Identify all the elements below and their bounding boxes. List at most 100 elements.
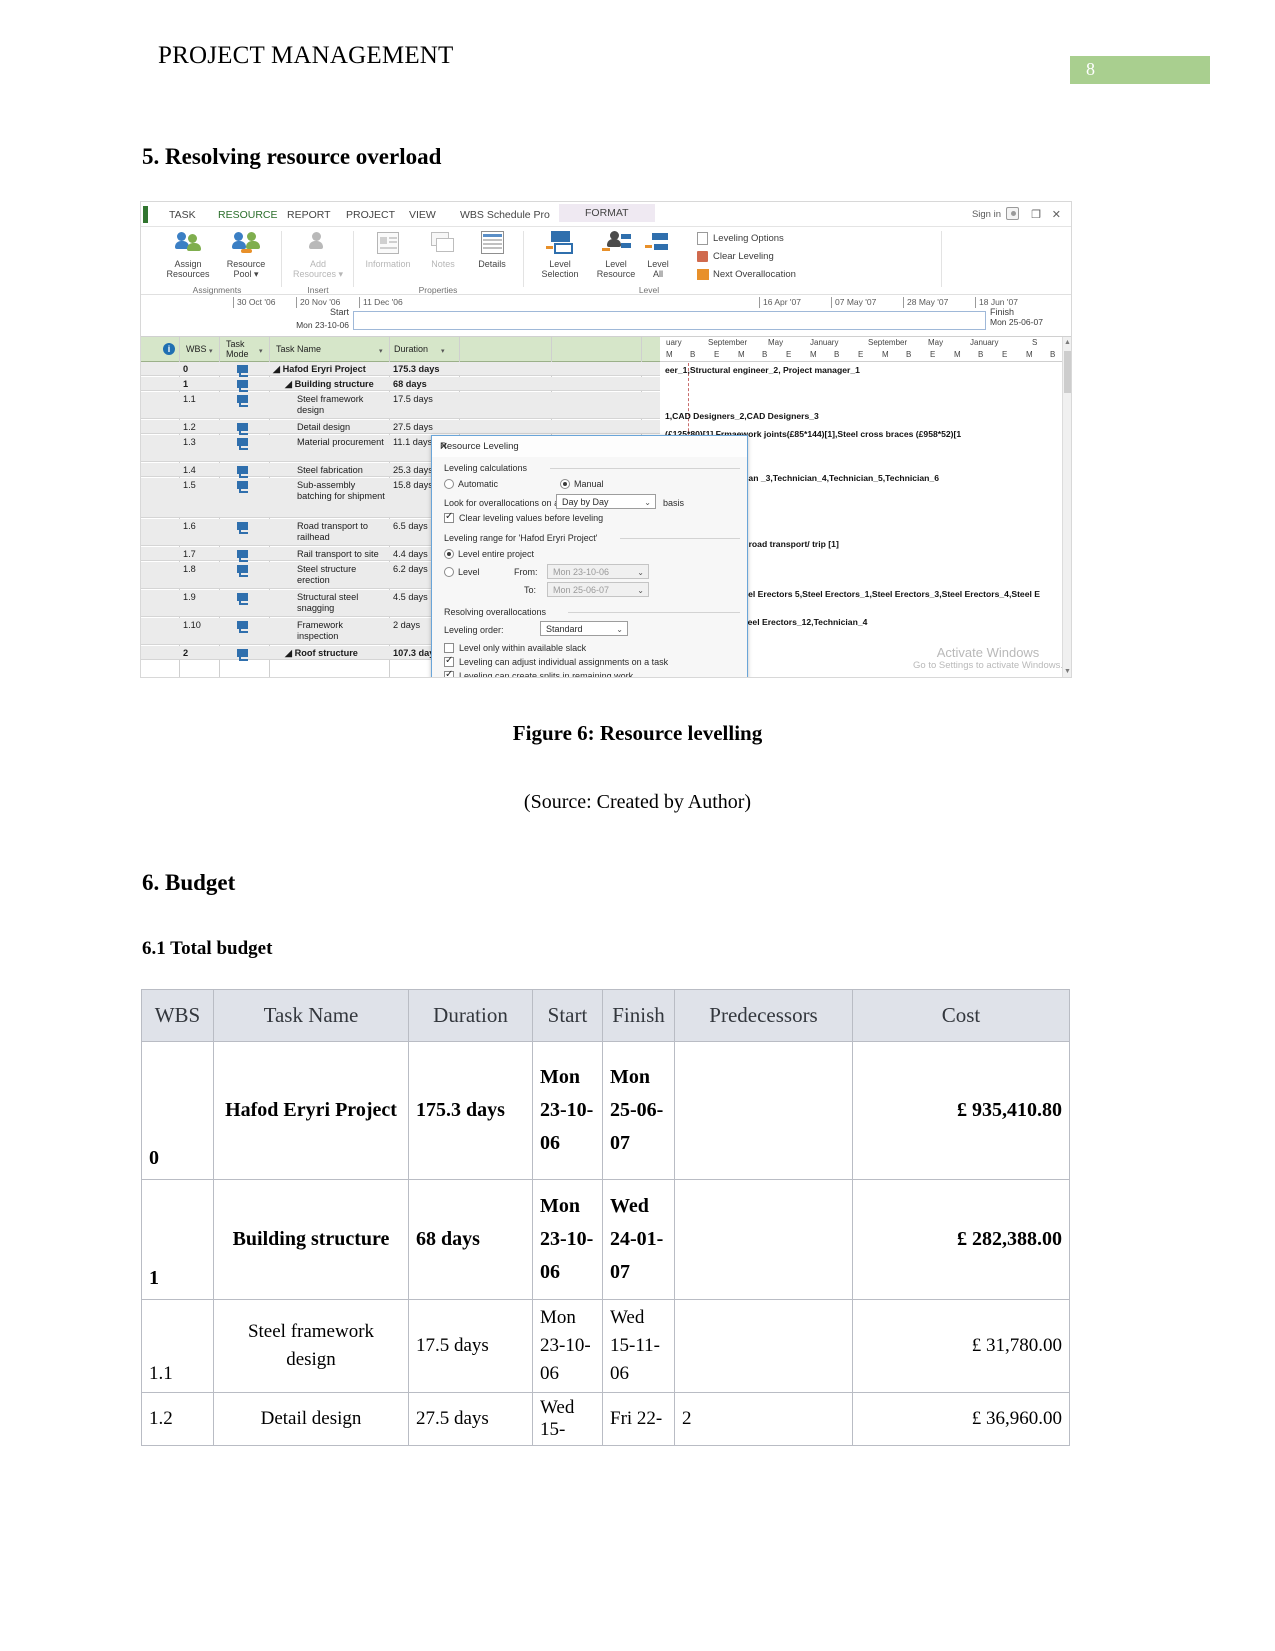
scroll-down-icon[interactable]: ▼: [1064, 668, 1071, 675]
timescale-tier1-7: S: [1032, 338, 1038, 347]
task-row-wbs: 1.8: [183, 564, 196, 574]
wbs-filter-chevron-icon[interactable]: ▾: [209, 347, 213, 355]
checkbox-clear-leveling-values[interactable]: [444, 511, 454, 523]
label-manual: Manual: [574, 479, 604, 489]
task-row[interactable]: 1.2 Detail design 27.5 days: [141, 420, 660, 435]
leveling-options-command[interactable]: Leveling Options: [713, 233, 784, 244]
tab-format[interactable]: FORMAT: [559, 204, 655, 222]
scroll-up-icon[interactable]: ▲: [1064, 339, 1071, 346]
resource-leveling-dialog[interactable]: Resource Leveling ✕ Leveling calculation…: [431, 435, 748, 677]
task-mode-icon[interactable]: [237, 365, 248, 377]
task-row-wbs: 1.3: [183, 437, 196, 447]
clear-leveling-command[interactable]: Clear Leveling: [713, 251, 774, 262]
tab-view[interactable]: VIEW: [403, 207, 442, 223]
task-mode-icon[interactable]: [237, 438, 248, 450]
task-row[interactable]: 0 ◢ Hafod Eryri Project 175.3 days: [141, 362, 660, 377]
checkbox-1[interactable]: [444, 655, 454, 667]
task-mode-icon[interactable]: [237, 423, 248, 435]
next-overallocation-command[interactable]: Next Overallocation: [713, 269, 796, 280]
task-mode-icon[interactable]: [237, 621, 248, 633]
leveling-order-select[interactable]: Standard ⌄: [540, 621, 628, 636]
details-button[interactable]: Details: [463, 230, 521, 269]
restore-window-icon[interactable]: ❐: [1031, 208, 1041, 221]
scrollbar-thumb[interactable]: [1064, 351, 1071, 393]
timeline-tick-1: 30 Oct '06: [233, 297, 275, 308]
task-row[interactable]: 1 ◢ Building structure 68 days: [141, 377, 660, 392]
close-window-icon[interactable]: ✕: [1052, 208, 1061, 221]
task-mode-icon[interactable]: [237, 593, 248, 605]
to-date-select[interactable]: Mon 25-06-07 ⌄: [547, 582, 649, 597]
gantt-vertical-scrollbar[interactable]: ▲ ▼: [1062, 337, 1071, 677]
ribbon-group-label-insert: Insert: [307, 285, 329, 295]
tab-wbs-schedule-pro[interactable]: WBS Schedule Pro: [454, 207, 556, 223]
task-mode-icon[interactable]: [237, 395, 248, 407]
level-all-icon: [645, 230, 671, 258]
level-selection-button[interactable]: Level Selection: [531, 230, 589, 279]
task-row-name: Detail design: [297, 422, 351, 432]
budget-table-body: 0 Hafod Eryri Project 175.3 days Mon 23-10-…: [141, 1041, 1070, 1446]
task-mode-icon[interactable]: [237, 550, 248, 562]
task-row-duration: 27.5 days: [393, 422, 433, 432]
level-selection-label-1: Level: [549, 259, 571, 269]
sign-in-link[interactable]: Sign in: [972, 209, 1001, 220]
task-row[interactable]: 1.1 Steel framework design 17.5 days: [141, 392, 660, 419]
budget-cell-start: Wed 15-: [532, 1392, 603, 1446]
col-header-duration[interactable]: Duration: [394, 344, 428, 354]
radio-manual[interactable]: [560, 479, 570, 489]
overallocation-basis-select[interactable]: Day by Day ⌄: [556, 494, 656, 509]
resource-pool-button[interactable]: Resource Pool ▾: [217, 230, 275, 279]
add-resources-icon: [303, 230, 333, 258]
account-avatar-icon[interactable]: [1006, 207, 1019, 220]
budget-cell-start: Mon 23-10-06: [532, 1041, 603, 1180]
duration-filter-chevron-icon[interactable]: ▾: [441, 347, 445, 355]
task-mode-icon[interactable]: [237, 466, 248, 478]
checkbox-2[interactable]: [444, 669, 454, 677]
col-header-wbs[interactable]: WBS: [186, 344, 207, 354]
task-row-name: Structural steel snagging: [297, 592, 359, 613]
timeline-bar[interactable]: [353, 311, 986, 330]
col-header-task-name[interactable]: Task Name: [276, 344, 321, 354]
task-row-name: Framework inspection: [297, 620, 343, 641]
task-row-duration: 4.5 days: [393, 592, 428, 602]
budget-col-finish: Finish: [602, 989, 675, 1042]
task-mode-filter-chevron-icon[interactable]: ▾: [259, 347, 263, 355]
level-all-button[interactable]: Level All: [641, 230, 675, 279]
timeline-finish-marker: Finish Mon 25-06-07: [990, 307, 1065, 327]
task-mode-icon[interactable]: [237, 380, 248, 392]
leveling-order-value: Standard: [546, 624, 583, 634]
task-name-filter-chevron-icon[interactable]: ▾: [379, 347, 383, 355]
group-label-leveling-range: Leveling range for 'Hafod Eryri Project': [444, 533, 598, 543]
add-resources-label-1: Add: [309, 259, 326, 269]
chevron-down-icon-to: ⌄: [637, 586, 644, 595]
information-icon: [373, 230, 403, 258]
radio-level-entire-project[interactable]: [444, 549, 454, 559]
task-mode-icon[interactable]: [237, 481, 248, 493]
information-button[interactable]: Information: [359, 230, 417, 269]
task-row-wbs: 1.6: [183, 521, 196, 531]
info-column-icon: i: [163, 343, 175, 355]
assign-resources-icon: [173, 230, 203, 258]
budget-cell-finish: Fri 22-: [602, 1392, 675, 1446]
budget-cell-wbs: 1.2: [141, 1392, 214, 1446]
budget-cell-wbs: 1: [141, 1179, 214, 1300]
checkbox-0[interactable]: [444, 643, 454, 653]
task-mode-icon[interactable]: [237, 565, 248, 577]
label-to: To:: [524, 585, 537, 595]
add-resources-button[interactable]: Add Resources ▾: [289, 230, 347, 279]
task-row-duration: 68 days: [393, 379, 427, 389]
from-date-select[interactable]: Mon 23-10-06 ⌄: [547, 564, 649, 579]
assign-resources-button[interactable]: Assign Resources: [159, 230, 217, 279]
radio-level-range[interactable]: [444, 567, 454, 577]
tab-resource[interactable]: RESOURCE: [212, 207, 284, 223]
tab-report[interactable]: REPORT: [281, 207, 337, 223]
task-row-wbs: 1.1: [183, 394, 196, 404]
level-resource-button[interactable]: Level Resource: [587, 230, 645, 279]
col-header-task-mode[interactable]: Task Mode: [226, 339, 260, 359]
task-mode-icon[interactable]: [237, 522, 248, 534]
tab-project[interactable]: PROJECT: [340, 207, 401, 223]
dialog-close-icon[interactable]: ✕: [440, 441, 741, 452]
task-mode-icon[interactable]: [237, 649, 248, 661]
radio-automatic[interactable]: [444, 479, 454, 489]
timeline-tick-5: 07 May '07: [831, 297, 876, 308]
tab-task[interactable]: TASK: [163, 207, 202, 223]
